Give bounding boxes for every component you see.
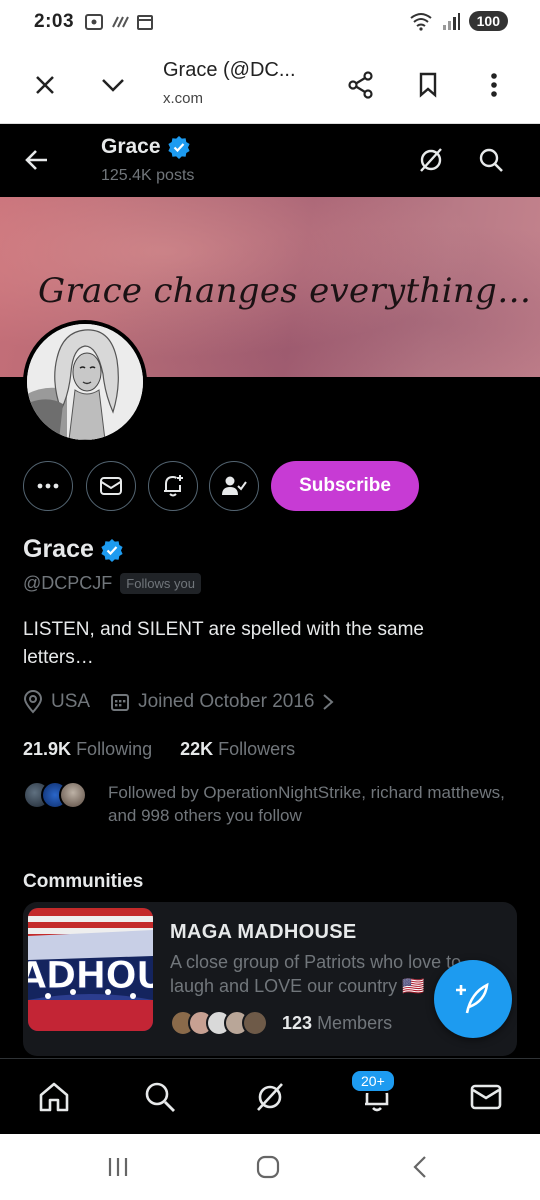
avatar [242, 1010, 268, 1036]
message-button[interactable] [86, 461, 136, 511]
followers-count: 22K [180, 739, 214, 759]
profile-handle: @DCPCJF [23, 573, 113, 593]
browser-url: x.com [163, 90, 204, 107]
communities-heading: Communities [23, 871, 144, 892]
following-label: Following [76, 739, 153, 759]
status-time: 2:03 [34, 11, 75, 32]
screenshot-icon [85, 14, 103, 30]
following-count: 21.9K [23, 739, 72, 759]
home-icon[interactable] [34, 1077, 74, 1117]
home-button-icon[interactable] [250, 1152, 286, 1182]
feather-plus-icon [456, 982, 489, 1014]
explore-search-icon[interactable] [140, 1077, 180, 1117]
joined-date-link[interactable]: Joined October 2016 [110, 691, 335, 713]
banner-text: Grace changes everything… [38, 271, 532, 311]
followers-link[interactable]: 22K Followers [180, 739, 295, 760]
followed-by-avatars[interactable] [23, 781, 87, 809]
bell-plus-icon [164, 475, 183, 497]
battery-indicator: 100 [468, 11, 508, 31]
profile-location: USA [51, 691, 91, 712]
calendar-icon [111, 694, 130, 711]
community-member-label: Members [317, 1012, 393, 1033]
search-icon[interactable] [474, 143, 508, 177]
signal-icon [442, 13, 460, 30]
compose-post-button[interactable] [434, 960, 512, 1038]
post-count: 125.4K posts [101, 167, 195, 184]
subscribe-button[interactable]: Subscribe [271, 461, 419, 511]
chevron-down-icon[interactable] [95, 67, 131, 103]
followed-by-text[interactable]: Followed by OperationNightStrike, richar… [108, 781, 518, 827]
avatar[interactable] [23, 320, 147, 444]
share-icon[interactable] [343, 67, 379, 103]
following-button[interactable] [209, 461, 259, 511]
wifi-icon [410, 13, 432, 31]
avatar [59, 781, 87, 809]
more-options-button[interactable] [23, 461, 73, 511]
notify-button[interactable] [148, 461, 198, 511]
profile-joined: Joined October 2016 [138, 691, 315, 712]
back-icon[interactable] [402, 1152, 438, 1182]
bottom-nav: 20+ [0, 1058, 540, 1134]
follows-you-badge: Follows you [120, 573, 201, 594]
location-pin-icon [23, 690, 43, 714]
browser-toolbar: Grace (@DC... x.com [0, 46, 540, 124]
followers-label: Followers [218, 739, 296, 759]
profile-name: Grace [23, 535, 94, 563]
calendar-icon [137, 15, 153, 30]
community-image-text: ADHOUS [28, 954, 153, 998]
community-member-count: 123 [282, 1012, 313, 1033]
system-nav-bar [0, 1134, 540, 1200]
profile-bio: LISTEN, and SILENT are spelled with the … [23, 619, 424, 668]
mail-icon [100, 477, 122, 495]
avatar-image [27, 324, 143, 440]
notification-badge: 20+ [350, 1069, 396, 1093]
grok-icon[interactable] [414, 143, 448, 177]
profile-header: Grace 125.4K posts [0, 124, 540, 197]
user-check-icon [222, 476, 247, 495]
status-bar: 2:03 100 [0, 0, 540, 46]
back-arrow-icon[interactable] [20, 143, 54, 177]
following-link[interactable]: 21.9K Following [23, 739, 152, 760]
more-vertical-icon[interactable] [476, 67, 512, 103]
close-icon[interactable] [27, 67, 63, 103]
wifi-calling-icon [112, 16, 129, 28]
browser-page-title: Grace (@DC... [163, 59, 296, 81]
grok-nav-icon[interactable] [250, 1077, 290, 1117]
messages-icon[interactable] [466, 1077, 506, 1117]
community-description: A close group of Patriots who love to la… [170, 952, 462, 996]
bookmark-icon[interactable] [410, 67, 446, 103]
community-name: MAGA MADHOUSE [170, 921, 357, 943]
verified-badge-icon [167, 136, 190, 159]
header-name: Grace [101, 135, 161, 158]
verified-badge-icon [101, 538, 123, 562]
recents-icon[interactable] [100, 1152, 136, 1182]
chevron-right-icon [323, 694, 335, 710]
more-horizontal-icon [37, 483, 59, 489]
community-image: ADHOUS [28, 908, 153, 1031]
